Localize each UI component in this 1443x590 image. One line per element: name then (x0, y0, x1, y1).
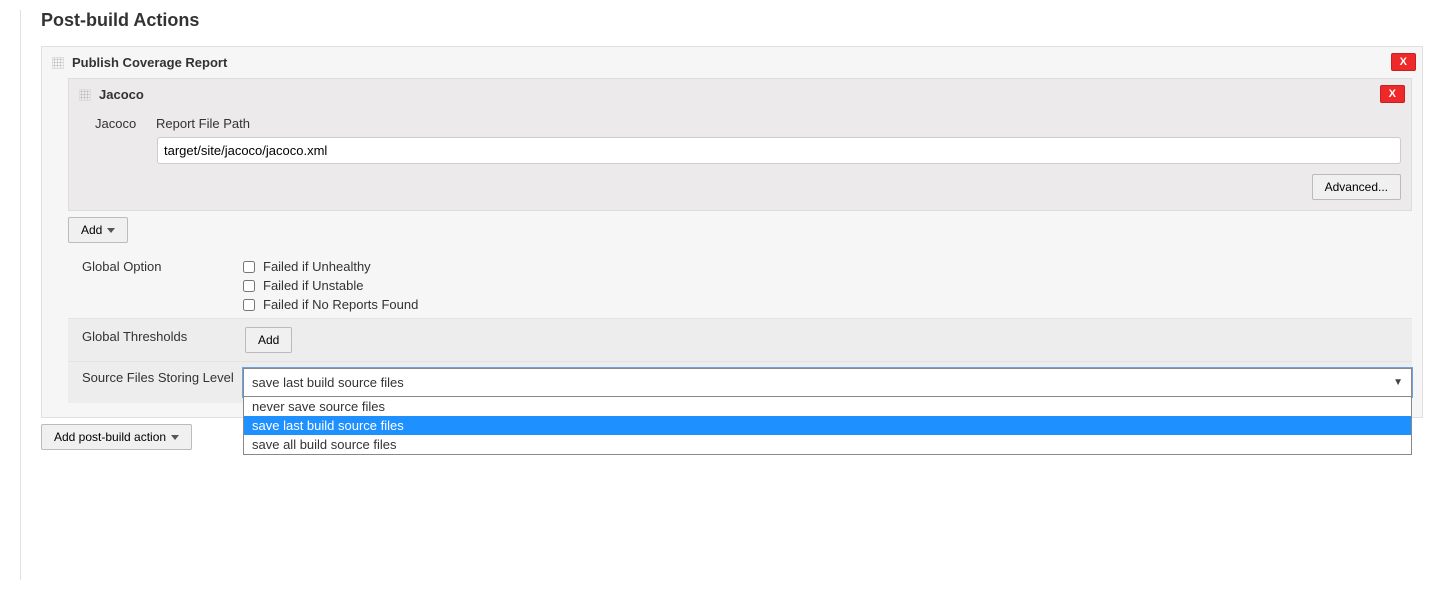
report-path-label: Report File Path (156, 116, 256, 131)
report-path-input[interactable] (157, 137, 1401, 164)
add-adapter-label: Add (81, 223, 102, 237)
source-level-label: Source Files Storing Level (68, 368, 243, 385)
dropdown-arrow-icon (171, 435, 179, 440)
source-level-selected: save last build source files (252, 375, 404, 390)
delete-publisher-button[interactable]: X (1391, 53, 1416, 71)
add-threshold-button[interactable]: Add (245, 327, 292, 353)
failed-checkbox-1[interactable] (243, 280, 255, 292)
advanced-button[interactable]: Advanced... (1312, 174, 1401, 200)
publisher-title: Publish Coverage Report (72, 55, 227, 70)
source-level-option[interactable]: save last build source files (244, 416, 1411, 435)
dropdown-arrow-icon (107, 228, 115, 233)
advanced-button-label: Advanced... (1325, 180, 1388, 194)
global-option-label: Global Option (68, 257, 243, 274)
failed-checkbox-0[interactable] (243, 261, 255, 273)
drag-handle-icon[interactable] (52, 57, 64, 69)
jacoco-adapter-block: X Jacoco Jacoco Report File Path (68, 78, 1412, 211)
adapter-header: Jacoco (69, 79, 1411, 110)
checkbox-label: Failed if Unstable (263, 278, 363, 293)
publisher-header: Publish Coverage Report (42, 47, 1422, 78)
add-threshold-label: Add (258, 333, 279, 347)
add-post-build-action-button[interactable]: Add post-build action (41, 424, 192, 450)
failed-checkbox-2[interactable] (243, 299, 255, 311)
delete-adapter-button[interactable]: X (1380, 85, 1405, 103)
publish-coverage-block: X Publish Coverage Report X Jacoco Jacoc… (41, 46, 1423, 418)
checkbox-line: Failed if No Reports Found (243, 295, 1412, 314)
page-title: Post-build Actions (41, 10, 1423, 31)
checkbox-label: Failed if Unhealthy (263, 259, 371, 274)
adapter-title: Jacoco (99, 87, 144, 102)
source-level-option[interactable]: never save source files (244, 397, 1411, 416)
source-level-option[interactable]: save all build source files (244, 435, 1411, 454)
source-level-select[interactable]: save last build source files ▼ never sav… (243, 368, 1412, 397)
checkbox-line: Failed if Unhealthy (243, 257, 1412, 276)
dropdown-arrow-icon: ▼ (1393, 377, 1403, 388)
checkbox-label: Failed if No Reports Found (263, 297, 418, 312)
drag-handle-icon[interactable] (79, 89, 91, 101)
add-adapter-button[interactable]: Add (68, 217, 128, 243)
checkbox-line: Failed if Unstable (243, 276, 1412, 295)
global-thresholds-label: Global Thresholds (68, 327, 243, 344)
adapter-type-label: Jacoco (95, 116, 140, 131)
add-post-build-label: Add post-build action (54, 430, 166, 444)
